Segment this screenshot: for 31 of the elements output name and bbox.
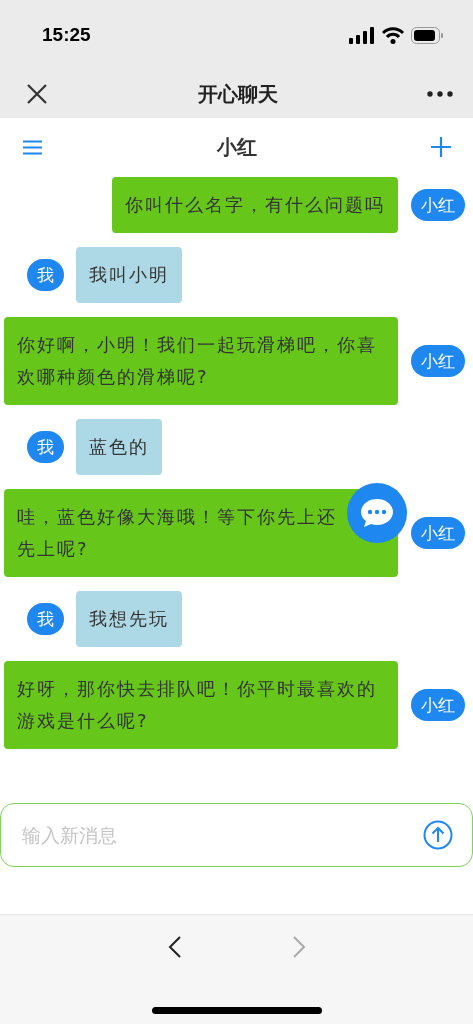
- message-bubble: 蓝色的: [76, 419, 162, 475]
- message-bubble: 我想先玩: [76, 591, 182, 647]
- close-icon[interactable]: [26, 83, 48, 105]
- sender-badge: 我: [27, 603, 64, 635]
- message-bubble: 你叫什么名字，有什么问题吗: [112, 177, 398, 233]
- chat-title: 小红: [216, 133, 257, 161]
- forward-icon[interactable]: [291, 935, 306, 959]
- battery-icon: [411, 26, 443, 44]
- page-title: 开心聊天: [197, 80, 278, 108]
- chat-bubble-icon: [360, 498, 394, 528]
- chat-float-button[interactable]: [347, 483, 407, 543]
- message-bubble: 你好啊，小明！我们一起玩滑梯吧，你喜欢哪种颜色的滑梯呢?: [4, 317, 398, 405]
- menu-icon[interactable]: [23, 139, 42, 155]
- sender-badge: 我: [27, 259, 64, 291]
- back-icon[interactable]: [167, 935, 182, 959]
- sender-badge: 小红: [411, 517, 465, 549]
- sender-badge: 小红: [411, 689, 465, 721]
- sender-badge: 小红: [411, 189, 465, 221]
- sender-badge: 小红: [411, 345, 465, 377]
- message-bubble: 好呀，那你快去排队吧！你平时最喜欢的游戏是什么呢?: [4, 661, 398, 749]
- sender-badge: 我: [27, 431, 64, 463]
- message-line: 先上呢?: [17, 537, 89, 561]
- status-time: 15:25: [42, 24, 91, 46]
- message-bubble: 我叫小明: [76, 247, 182, 303]
- more-icon[interactable]: [427, 91, 453, 97]
- message-line: 哇，蓝色好像大海哦！等下你先上还: [17, 505, 337, 529]
- message-input[interactable]: 输入新消息: [0, 803, 473, 867]
- signal-icon: [349, 26, 375, 44]
- plus-icon[interactable]: [431, 137, 451, 157]
- send-icon[interactable]: [423, 820, 453, 850]
- wifi-icon: [382, 26, 404, 44]
